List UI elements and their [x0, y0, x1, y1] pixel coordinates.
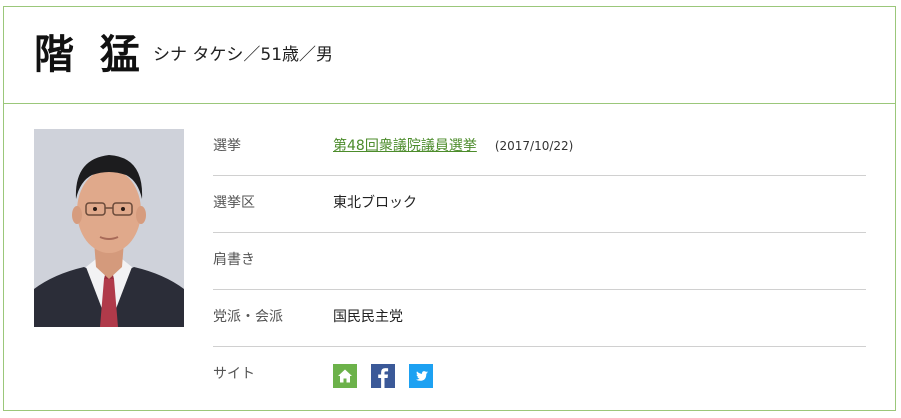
- profile-header: 階 猛 シナ タケシ／51歳／男: [4, 7, 895, 104]
- row-label: 選挙区: [213, 195, 255, 211]
- row-party: 党派・会派 国民民主党: [213, 290, 866, 347]
- row-label: 肩書き: [213, 252, 255, 268]
- profile-card: 階 猛 シナ タケシ／51歳／男 選挙 第48回衆議院議員選挙 (2017/10…: [3, 6, 896, 411]
- district-value: 東北ブロック: [333, 195, 417, 211]
- candidate-name: 階 猛: [34, 32, 146, 78]
- row-label: サイト: [213, 366, 255, 382]
- row-label: 党派・会派: [213, 309, 283, 325]
- twitter-icon[interactable]: [409, 364, 433, 388]
- site-icons: [333, 364, 433, 388]
- row-site: サイト: [213, 347, 866, 403]
- row-district: 選挙区 東北ブロック: [213, 176, 866, 233]
- candidate-photo: [34, 129, 184, 327]
- row-election: 選挙 第48回衆議院議員選挙 (2017/10/22): [213, 119, 866, 176]
- candidate-reading: シナ タケシ／51歳／男: [153, 45, 334, 65]
- row-title: 肩書き: [213, 233, 866, 290]
- profile-details: 選挙 第48回衆議院議員選挙 (2017/10/22) 選挙区 東北ブロック 肩書…: [213, 119, 866, 403]
- election-link[interactable]: 第48回衆議院議員選挙: [333, 138, 477, 154]
- row-value: 第48回衆議院議員選挙 (2017/10/22): [333, 136, 573, 156]
- facebook-icon[interactable]: [371, 364, 395, 388]
- row-label: 選挙: [213, 138, 241, 154]
- party-value: 国民民主党: [333, 309, 403, 325]
- home-icon[interactable]: [333, 364, 357, 388]
- election-date: (2017/10/22): [494, 139, 574, 153]
